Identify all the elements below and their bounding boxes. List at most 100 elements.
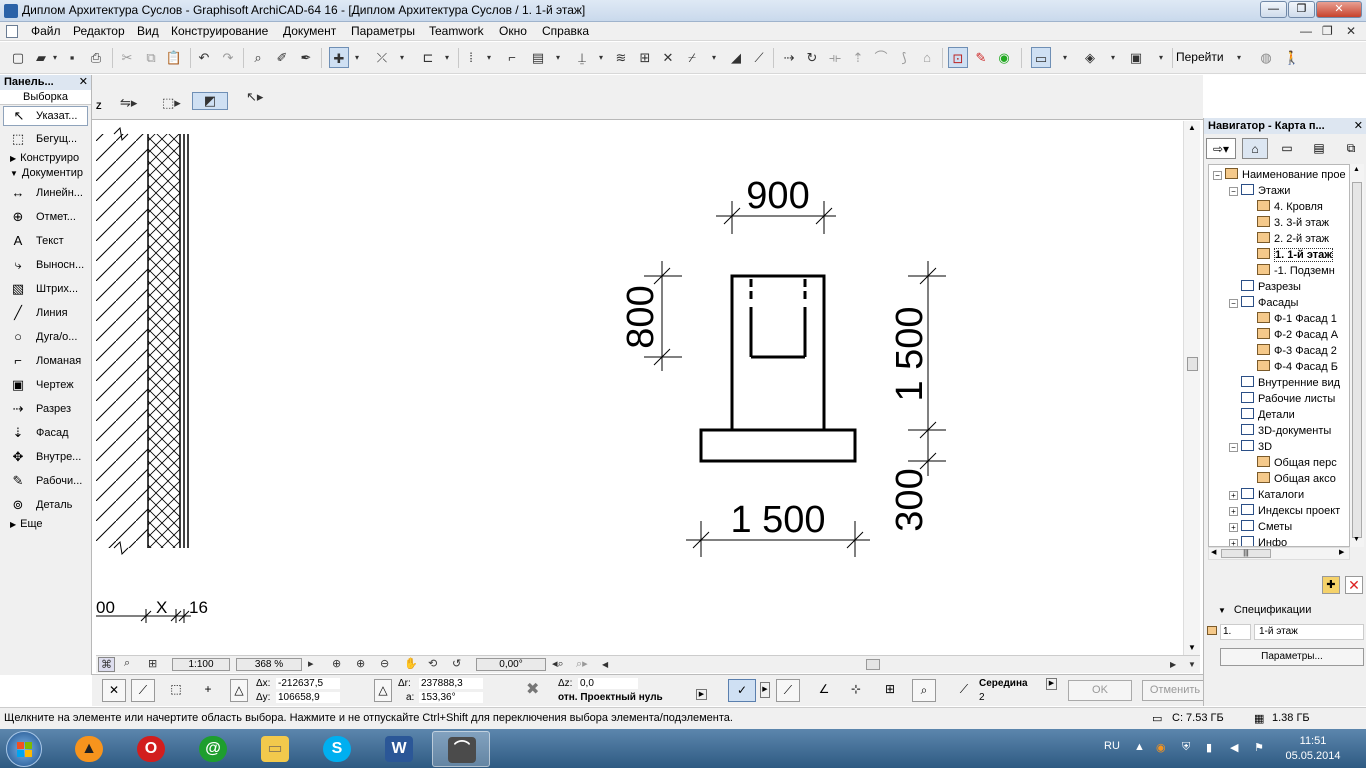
tray-avast-icon[interactable]: ◉ — [1156, 741, 1166, 754]
paste-icon[interactable]: 📋 — [164, 47, 184, 68]
menu-teamwork[interactable]: Teamwork — [429, 24, 484, 38]
tree-node[interactable]: Ф-2 Фасад А — [1245, 327, 1338, 343]
taskbar-skype[interactable]: S — [308, 731, 366, 767]
tree-scroll-up-icon[interactable]: ▲ — [1353, 166, 1360, 173]
pan-icon[interactable]: ✋ — [404, 657, 418, 670]
layers-dropdown[interactable]: ▾ — [553, 47, 563, 68]
tree-node[interactable]: 3D-документы — [1229, 423, 1331, 439]
layers-icon[interactable]: ▤ — [528, 47, 548, 68]
cut-icon[interactable]: ✂ — [117, 47, 137, 68]
floor-plan-view-icon[interactable]: ▭ — [1031, 47, 1051, 68]
collapse-icon[interactable]: − — [1229, 299, 1238, 308]
relative-construction-icon[interactable]: ⤫ — [372, 47, 392, 68]
snap-points-icon[interactable]: ✓ — [728, 679, 756, 702]
menu-document[interactable]: Документ — [283, 24, 336, 38]
ortho-icon[interactable]: ∠ — [812, 679, 836, 702]
tree-scroll-left-icon[interactable]: ◀ — [1211, 548, 1216, 556]
menu-help[interactable]: Справка — [542, 24, 589, 38]
tree-node[interactable]: + Индексы проект — [1229, 503, 1340, 519]
scroll-up-icon[interactable]: ▲ — [1188, 123, 1196, 132]
spec-id-field[interactable]: 1. — [1220, 624, 1251, 640]
menu-view[interactable]: Вид — [137, 24, 159, 38]
group-document[interactable]: ▼ Документир — [0, 166, 91, 181]
language-indicator[interactable]: RU — [1104, 740, 1120, 752]
scroll-down-icon[interactable]: ▼ — [1188, 643, 1196, 652]
tree-node[interactable]: + Инфо — [1229, 535, 1287, 546]
cancel-button[interactable]: Отменить — [1142, 680, 1208, 701]
mdi-close-button[interactable]: ✕ — [1346, 24, 1356, 38]
wand-dropdown[interactable]: ▾ — [709, 47, 719, 68]
tree-node[interactable]: − Наименование прое — [1213, 167, 1346, 183]
previous-zoom-icon[interactable]: ◂⌕ — [552, 657, 564, 671]
fillet-icon[interactable]: ⌒ — [871, 47, 891, 68]
guide-line-icon[interactable]: ⟋ — [776, 679, 800, 702]
snap-divisions-value[interactable]: 2 — [979, 692, 985, 703]
ok-button[interactable]: OK — [1068, 680, 1132, 701]
tree-node[interactable]: Разрезы — [1229, 279, 1301, 295]
copy-icon[interactable]: ⧉ — [141, 47, 161, 68]
tree-node[interactable]: Рабочие листы — [1229, 391, 1335, 407]
new-view-icon[interactable]: ✚ — [1322, 576, 1340, 594]
tray-volume-icon[interactable]: ◀ — [1230, 741, 1238, 754]
scroll-down-icon[interactable]: ▼ — [1188, 660, 1196, 669]
tool-worksheet[interactable]: ✎ Рабочи... — [0, 469, 91, 493]
start-button[interactable] — [6, 731, 42, 767]
angle-field[interactable]: 153,36° — [419, 692, 483, 703]
tray-shield-icon[interactable]: ⛨ — [1182, 741, 1190, 754]
snap-guides-dropdown[interactable]: ▾ — [352, 47, 362, 68]
midpoint-snap-icon[interactable]: ⟋ — [952, 679, 976, 702]
magnet-icon[interactable]: ⌕ — [912, 679, 936, 702]
tree-node[interactable]: − Фасады — [1229, 295, 1298, 311]
publisher-sets-tab[interactable]: ⧉ — [1338, 138, 1364, 159]
tree-scroll-right-icon[interactable]: ▶ — [1339, 548, 1344, 556]
dy-field[interactable]: 106658,9 — [276, 692, 340, 703]
grid-snap-icon[interactable]: ⁞ — [461, 47, 481, 68]
layout-view-icon[interactable]: ▣ — [1126, 47, 1146, 68]
construction-grid-icon[interactable]: ⌐ — [502, 47, 522, 68]
goto-button[interactable]: Перейти — [1176, 50, 1224, 64]
marker-pen-icon[interactable]: ✎ — [971, 47, 991, 68]
tool-arrow[interactable]: ↖ Указат... — [3, 106, 88, 126]
tool-level-dimension[interactable]: ⊕ Отмет... — [0, 205, 91, 229]
tree-node[interactable]: -1. Подземн — [1245, 263, 1335, 279]
tray-flag-icon[interactable]: ⚑ — [1254, 741, 1264, 754]
reference-dropdown-icon[interactable]: ▶ — [696, 689, 707, 700]
snap-guides-icon[interactable]: ✚ — [329, 47, 349, 68]
print-icon[interactable]: ⎙ — [86, 47, 106, 68]
table-icon[interactable]: ⊞ — [635, 47, 655, 68]
new-file-icon[interactable]: ▢ — [8, 47, 28, 68]
tree-node[interactable]: + Сметы — [1229, 519, 1292, 535]
rotate-icon[interactable]: ↻ — [802, 47, 822, 68]
3d-dropdown[interactable]: ▾ — [1108, 47, 1118, 68]
save-icon[interactable]: ▪ — [62, 47, 82, 68]
zoom-in-icon[interactable]: ⊕ — [356, 657, 365, 670]
dr-field[interactable]: 237888,3 — [419, 678, 483, 689]
group-construct[interactable]: ▶ Конструиро — [0, 151, 91, 166]
spec-name-field[interactable]: 1-й этаж — [1254, 624, 1364, 640]
menu-file[interactable]: Файл — [31, 24, 61, 38]
canvas-hscroll-thumb[interactable] — [866, 659, 880, 670]
tree-vertical-scrollbar[interactable]: ▲ ▼ — [1350, 164, 1364, 547]
relative-dropdown[interactable]: ▾ — [397, 47, 407, 68]
zoom-out-icon[interactable]: ⊖ — [380, 657, 389, 670]
snap-grid-icon[interactable]: ⊞ — [878, 679, 902, 702]
tool-interior-elevation[interactable]: ✥ Внутре... — [0, 445, 91, 469]
collapse-icon[interactable]: − — [1229, 187, 1238, 196]
gravity-icon[interactable]: ⊏ — [418, 47, 438, 68]
group-more[interactable]: ▶ Еще — [0, 517, 91, 532]
tool-linear-dimension[interactable]: ↔ Линейн... — [0, 181, 91, 205]
status-circle-icon[interactable]: ◉ — [994, 47, 1014, 68]
orbit-icon[interactable]: ⟲ — [428, 657, 437, 670]
snap-mode-dropdown[interactable]: ▶ — [1046, 678, 1057, 690]
next-zoom-icon[interactable]: ⌕▸ — [576, 657, 588, 671]
navigator-popup-icon[interactable]: ⇨▾ — [1206, 138, 1236, 159]
tree-node[interactable]: Внутренние вид — [1229, 375, 1340, 391]
tree-hscroll-thumb[interactable]: ||| — [1221, 549, 1271, 558]
tree-node[interactable]: 3. 3-й этаж — [1245, 215, 1329, 231]
view-settings-icon[interactable]: ⊞ — [148, 657, 157, 670]
dimension-top[interactable]: 900 — [716, 175, 836, 234]
parameters-button[interactable]: Параметры... — [1220, 648, 1364, 666]
tool-elevation[interactable]: ⇣ Фасад — [0, 421, 91, 445]
open-dropdown[interactable]: ▾ — [50, 47, 60, 68]
hscroll-left-icon[interactable]: ◀ — [602, 660, 608, 669]
